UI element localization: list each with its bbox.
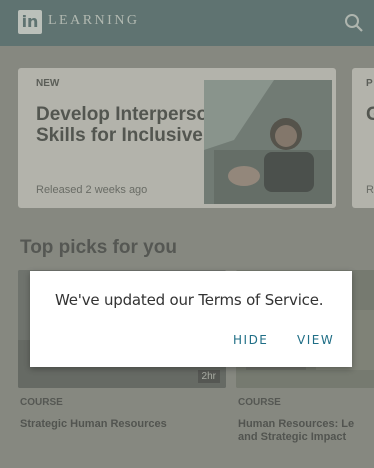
app-screen: in LEARNING NEW Develop Interpersonal Sk… (0, 0, 374, 468)
hide-button[interactable]: HIDE (233, 333, 268, 347)
modal-scrim[interactable] (0, 0, 374, 468)
terms-update-dialog: We've updated our Terms of Service. HIDE… (30, 271, 352, 367)
view-button[interactable]: VIEW (297, 333, 334, 347)
dialog-message: We've updated our Terms of Service. (55, 291, 324, 309)
